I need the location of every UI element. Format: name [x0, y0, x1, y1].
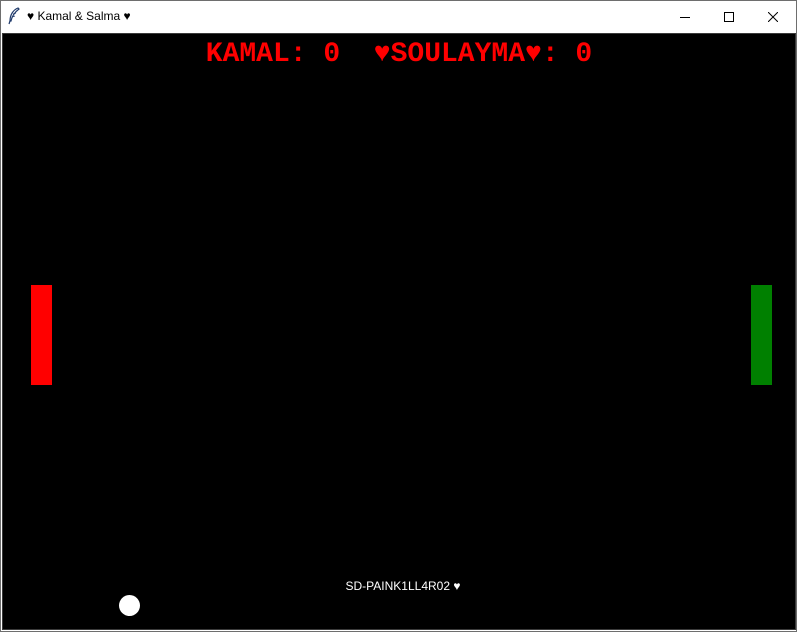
close-button[interactable] [750, 1, 796, 32]
scoreboard: KAMAL: 0 ♥SOULAYMA♥: 0 [205, 39, 593, 70]
minimize-icon [680, 16, 690, 18]
maximize-button[interactable] [706, 1, 752, 32]
game-window: ♥ Kamal & Salma ♥ KAMAL: 0 ♥SOULAYMA♥: 0… [0, 0, 797, 632]
minimize-button[interactable] [662, 1, 708, 32]
ball [119, 595, 140, 616]
game-canvas[interactable]: KAMAL: 0 ♥SOULAYMA♥: 0 SD-PAINK1LL4R02 ♥ [2, 33, 796, 630]
close-icon [768, 11, 778, 22]
right-paddle [751, 285, 772, 385]
credit-text: SD-PAINK1LL4R02 ♥ [345, 579, 461, 593]
title-bar[interactable]: ♥ Kamal & Salma ♥ [1, 1, 796, 32]
window-title: ♥ Kamal & Salma ♥ [27, 9, 131, 23]
maximize-icon [724, 11, 734, 22]
feather-icon [7, 7, 21, 25]
left-paddle [31, 285, 52, 385]
